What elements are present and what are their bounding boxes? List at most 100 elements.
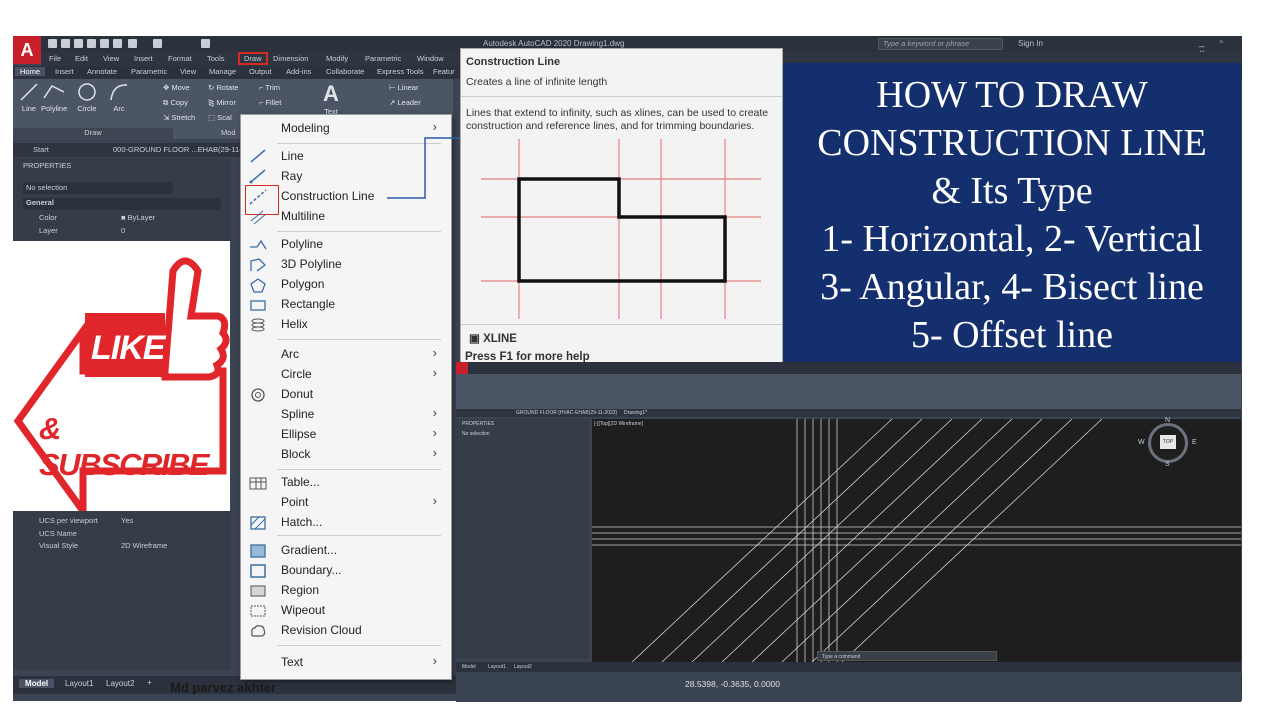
headline-line-3: & Its Type [931,170,1093,212]
menu-item-text[interactable]: Text [281,653,303,671]
linear-button[interactable]: ⊢ Linear [389,83,418,92]
menu-item-multiline[interactable]: Multiline [281,207,325,225]
menu-item-polygon[interactable]: Polygon [281,275,324,293]
menu-modify[interactable]: Modify [326,54,348,63]
menu-item-gradient[interactable]: Gradient... [281,541,337,559]
copy-button[interactable]: ⧉ Copy [163,98,188,108]
result-tab-layout1[interactable]: Layout1 [488,664,506,670]
menu-item-hatch[interactable]: Hatch... [281,513,322,531]
tab-start[interactable]: Start [33,145,49,154]
menu-item-rectangle[interactable]: Rectangle [281,295,335,313]
open-file-icon[interactable] [61,39,70,48]
menu-item-region[interactable]: Region [281,581,319,599]
menu-item-circle[interactable]: Circle [281,365,312,383]
menu-item-helix[interactable]: Helix [281,315,308,333]
autocad-logo-icon[interactable]: A [13,36,41,64]
menu-item-arc[interactable]: Arc [281,345,299,363]
ucs-viewport-value[interactable]: Yes [121,516,133,525]
tab-parametric[interactable]: Parametric [131,67,167,76]
result-selection[interactable]: No selection [462,431,490,437]
result-tab-model[interactable]: Model [462,664,476,670]
tab-home[interactable]: Home [15,67,46,76]
tab-model[interactable]: Model [19,679,55,688]
rotate-button[interactable]: ↻ Rotate [208,83,238,92]
menu-item-ellipse[interactable]: Ellipse [281,425,316,443]
scale-button[interactable]: ⬚ Scal [208,113,232,122]
trim-button[interactable]: ⌐ Trim [259,83,280,92]
draw-panel-label[interactable]: Draw [13,128,173,140]
menu-edit[interactable]: Edit [75,54,88,63]
viewcube-top[interactable]: TOP [1160,435,1176,449]
general-section[interactable]: General [23,198,221,210]
menu-item-revision-cloud[interactable]: Revision Cloud [281,621,362,639]
result-file-tab[interactable]: GROUND FLOOR (HVAC-EHAB(29-11-2022) [516,410,617,416]
menu-draw[interactable]: Draw [238,52,268,65]
result-command-line[interactable]: Type a command [817,651,997,661]
menu-item-3d-polyline[interactable]: 3D Polyline [281,255,342,273]
tab-express-tools[interactable]: Express Tools [377,67,424,76]
text-button[interactable]: A Text [323,81,339,116]
add-layout-button[interactable]: + [147,678,152,687]
menu-item-wipeout[interactable]: Wipeout [281,601,325,619]
selection-dropdown[interactable]: No selection [23,182,173,194]
menu-item-block[interactable]: Block [281,445,310,463]
result-autocad-logo-icon[interactable] [456,362,468,374]
tab-collaborate[interactable]: Collaborate [326,67,364,76]
modify-panel-label[interactable]: Mod [221,128,236,137]
circle-button[interactable]: Circle [77,82,97,113]
search-input[interactable]: Type a keyword or phrase [878,38,1003,50]
fillet-button[interactable]: ⌐ Fillet [259,98,281,107]
menu-item-polyline[interactable]: Polyline [281,235,323,253]
share-icon[interactable] [201,39,210,48]
menu-window[interactable]: Window [417,54,444,63]
menu-parametric[interactable]: Parametric [365,54,401,63]
visual-style-value[interactable]: 2D Wireframe [121,541,167,550]
menu-tools[interactable]: Tools [207,54,225,63]
tab-output[interactable]: Output [249,67,272,76]
print-icon[interactable] [100,39,109,48]
menu-format[interactable]: Format [168,54,192,63]
tab-layout1[interactable]: Layout1 [65,679,93,688]
move-button[interactable]: ✥ Move [163,83,190,92]
new-file-icon[interactable] [48,39,57,48]
menu-item-line[interactable]: Line [281,147,304,165]
line-button[interactable]: Line [19,82,39,113]
result-tab-layout2[interactable]: Layout2 [514,664,532,670]
stretch-button[interactable]: ⇲ Stretch [163,113,195,122]
result-drawing-tab[interactable]: Drawing1* [624,410,647,416]
result-drawing-canvas[interactable]: [-][Top][2D Wireframe] TOP N S E W Type … [592,417,1241,663]
menu-item-modeling[interactable]: Modeling [281,119,330,137]
result-view-label[interactable]: [-][Top][2D Wireframe] [594,421,643,427]
tab-annotate[interactable]: Annotate [87,67,117,76]
tab-manage[interactable]: Manage [209,67,236,76]
tab-addins[interactable]: Add-ins [286,67,311,76]
menu-item-donut[interactable]: Donut [281,385,313,403]
menu-file[interactable]: File [49,54,61,63]
menu-insert[interactable]: Insert [134,54,153,63]
color-value[interactable]: ■ ByLayer [121,213,155,222]
polyline-button[interactable]: Polyline [41,82,67,113]
menu-item-boundary[interactable]: Boundary... [281,561,341,579]
menu-item-spline[interactable]: Spline [281,405,314,423]
tab-drawing[interactable]: 000-GROUND FLOOR ...EHAB(29-11- [113,145,242,154]
tab-view[interactable]: View [180,67,196,76]
layer-value[interactable]: 0 [121,226,125,235]
menu-item-table[interactable]: Table... [281,473,320,491]
menu-item-ray[interactable]: Ray [281,167,302,185]
tab-featured[interactable]: Featur [433,67,455,76]
arc-button[interactable]: Arc [109,82,129,113]
tab-layout2[interactable]: Layout2 [106,679,134,688]
save-icon[interactable] [74,39,83,48]
leader-button[interactable]: ↗ Leader [389,98,421,107]
tab-insert[interactable]: Insert [55,67,74,76]
save-as-icon[interactable] [87,39,96,48]
menu-item-point[interactable]: Point [281,493,308,511]
menu-item-construction-line[interactable]: Construction Line [281,187,374,205]
menu-dimension[interactable]: Dimension [273,54,308,63]
undo-icon[interactable] [128,39,137,48]
redo-icon[interactable] [153,39,162,48]
plot-icon[interactable] [113,39,122,48]
sign-in-link[interactable]: Sign In [1018,39,1043,48]
mirror-button[interactable]: ⧎ Mirror [208,98,236,107]
menu-view[interactable]: View [103,54,119,63]
